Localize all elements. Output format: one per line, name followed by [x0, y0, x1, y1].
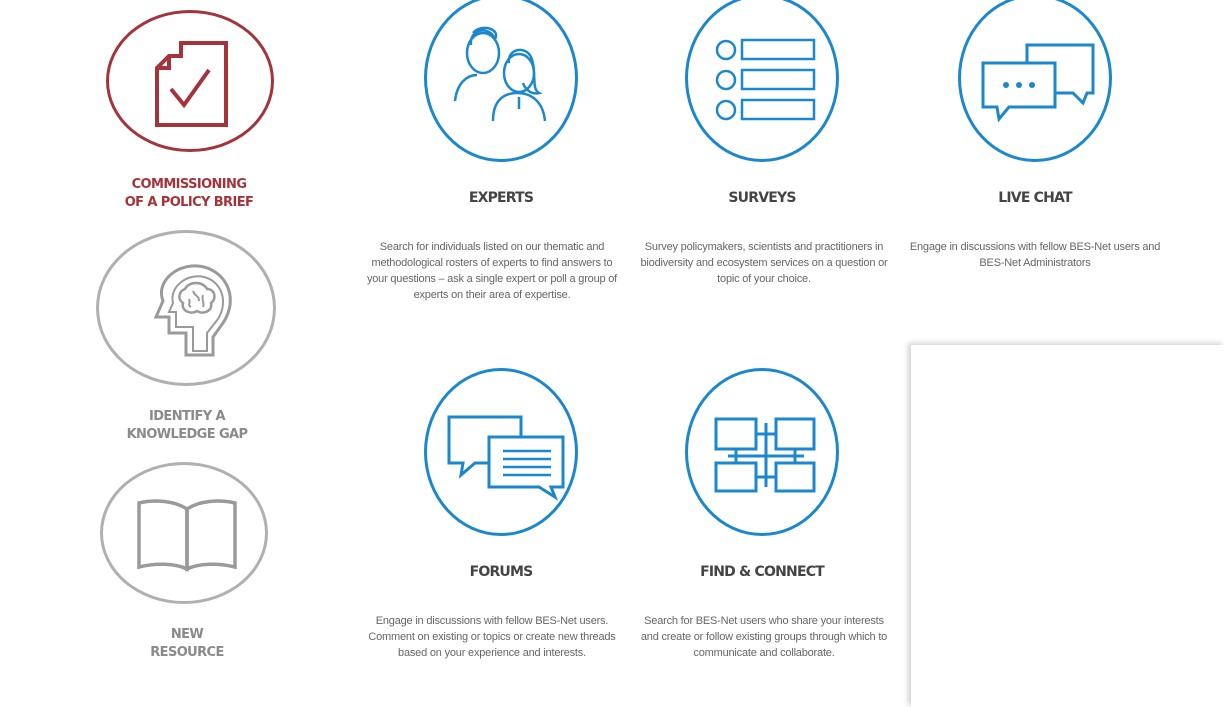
knowledge-gap-circle: [96, 230, 276, 386]
experts-circle[interactable]: [424, 0, 578, 162]
service-desc-experts: Search for individuals listed on our the…: [366, 241, 618, 301]
step-label-new-resource: NEW RESOURCE: [150, 627, 224, 660]
service-title-live-chat[interactable]: LIVE CHAT: [905, 190, 1165, 206]
overlay-panel: [911, 345, 1225, 707]
service-title-surveys[interactable]: SURVEYS: [632, 190, 892, 206]
service-desc-live-chat: Engage in discussions with fellow BES-Ne…: [909, 241, 1161, 269]
brain-head-icon: [153, 264, 232, 357]
policy-brief-circle: [106, 10, 274, 152]
open-book-icon: [137, 499, 237, 572]
surveys-circle[interactable]: [685, 0, 839, 162]
list-icon: [715, 38, 816, 121]
service-desc-forums: Engage in discussions with fellow BES-Ne…: [368, 615, 616, 659]
new-resource-circle: [100, 462, 268, 604]
service-title-experts[interactable]: EXPERTS: [371, 190, 631, 206]
service-title-forums[interactable]: FORUMS: [371, 564, 631, 580]
live-chat-circle[interactable]: [958, 0, 1112, 162]
step-label-knowledge-gap: IDENTIFY A KNOWLEDGE GAP: [126, 409, 248, 442]
find-connect-circle[interactable]: [685, 368, 839, 536]
service-title-find-connect[interactable]: FIND & CONNECT: [632, 564, 892, 580]
network-grid-icon: [714, 417, 816, 493]
forum-bubbles-icon: [447, 415, 565, 501]
people-icon: [453, 26, 547, 122]
chat-bubbles-icon: [981, 43, 1095, 123]
document-check-icon: [155, 41, 228, 127]
forums-circle[interactable]: [424, 368, 578, 536]
service-desc-surveys: Survey policymakers, scientists and prac…: [640, 241, 888, 285]
step-label-policy-brief: COMMISSIONING OF A POLICY BRIEF: [124, 177, 254, 210]
service-desc-find-connect: Search for BES-Net users who share your …: [640, 615, 888, 659]
